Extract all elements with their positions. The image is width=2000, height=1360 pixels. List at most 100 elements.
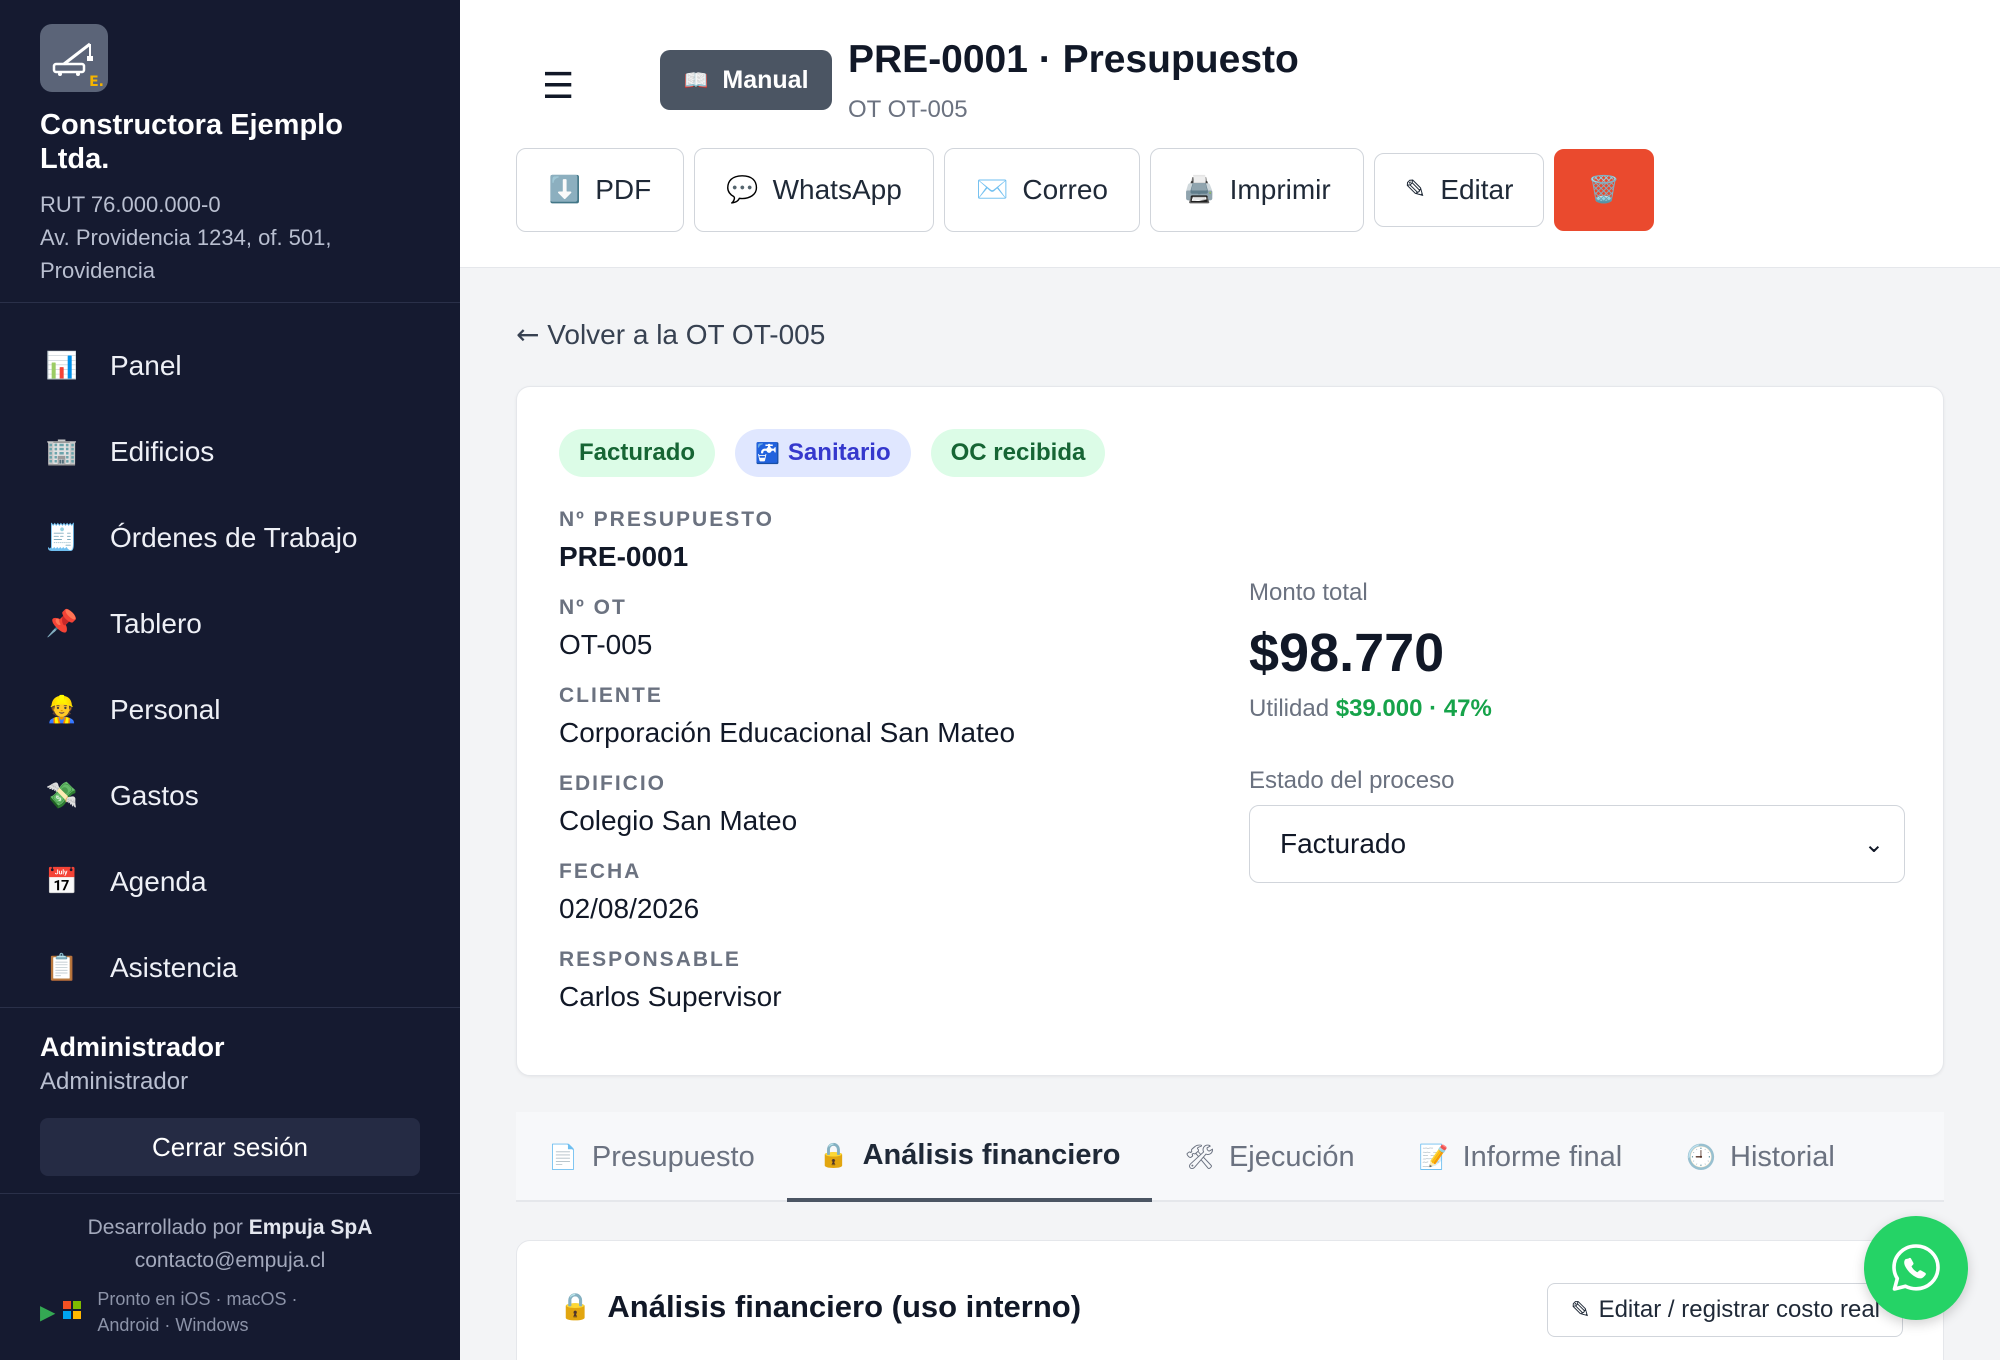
total-amount: $98.770	[1249, 623, 1445, 683]
financial-analysis-title: 🔒 Análisis financiero (uso interno)	[559, 1289, 1081, 1325]
tab-label: Análisis financiero	[862, 1138, 1121, 1171]
manual-label: Manual	[722, 65, 809, 94]
budget-detail-card: Facturado 🚰 Sanitario OC recibida Nº PRE…	[516, 386, 1944, 1076]
field-value: Colegio San Mateo	[559, 805, 798, 836]
field-label: Nº OT	[559, 596, 627, 619]
sidebar-item-personal[interactable]: 👷 Personal	[0, 667, 460, 753]
field-label: RESPONSABLE	[559, 948, 741, 971]
sidebar-item-gastos[interactable]: 💸 Gastos	[0, 753, 460, 839]
company-address: Av. Providencia 1234, of. 501, Providenc…	[40, 225, 332, 283]
field-ot-no: Nº OT OT-005	[559, 593, 1015, 667]
memo-icon: 📝	[1418, 1143, 1449, 1171]
platforms-text: Pronto en iOS · macOS · Android · Window…	[97, 1286, 297, 1338]
tools-icon: 🛠	[1184, 1143, 1215, 1171]
back-link-label: Volver a la OT OT-005	[547, 319, 826, 350]
platforms-line-1: Pronto en iOS · macOS ·	[97, 1289, 298, 1309]
tab-historial[interactable]: 🕘 Historial	[1654, 1112, 1867, 1202]
edit-real-cost-label: Editar / registrar costo real	[1598, 1296, 1880, 1323]
clock-icon: 🕘	[1686, 1143, 1717, 1171]
user-name: Administrador	[40, 1032, 225, 1062]
sidebar-footer: Desarrollado por Empuja SpA contacto@emp…	[0, 1193, 460, 1338]
page-icon: 📄	[548, 1143, 578, 1171]
money-icon: 💸	[45, 781, 79, 811]
tab-label: Presupuesto	[591, 1140, 755, 1173]
chart-icon: 📊	[45, 351, 79, 381]
delete-button[interactable]: 🗑️	[1554, 149, 1654, 231]
worker-icon: 👷	[45, 695, 79, 725]
pdf-label: PDF	[595, 174, 652, 205]
sidebar-item-tablero[interactable]: 📌 Tablero	[0, 581, 460, 667]
sidebar-item-label: Personal	[110, 694, 221, 725]
tab-analisis-financiero[interactable]: 🔒 Análisis financiero	[786, 1112, 1153, 1202]
whatsapp-fab[interactable]	[1864, 1216, 1968, 1320]
book-icon: 📖	[683, 68, 709, 92]
building-icon: 🏢	[45, 437, 79, 467]
user-block: Administrador Administrador Cerrar sesió…	[0, 1007, 460, 1193]
po-badge: OC recibida	[930, 429, 1106, 477]
faucet-icon: 🚰	[755, 441, 780, 465]
sidebar-item-panel[interactable]: 📊 Panel	[0, 323, 460, 409]
financial-analysis-card: 🔒 Análisis financiero (uso interno) ✎ Ed…	[516, 1240, 1944, 1360]
platforms-line-2: Android · Windows	[97, 1315, 249, 1335]
pdf-button[interactable]: ⬇️ PDF	[516, 148, 684, 232]
menu-icon[interactable]: ☰	[542, 66, 574, 107]
back-link[interactable]: ← Volver a la OT OT-005	[516, 318, 825, 351]
field-value: PRE-0001	[559, 541, 689, 572]
detail-fields: Nº PRESUPUESTO PRE-0001 Nº OT OT-005 CLI…	[559, 505, 1015, 1033]
sidebar-item-label: Edificios	[110, 436, 215, 467]
category-label: Sanitario	[787, 439, 891, 466]
developer-credit: Desarrollado por Empuja SpA	[0, 1212, 460, 1244]
chevron-down-icon: ⌄	[1863, 830, 1884, 858]
utility-value: $39.000 · 47%	[1335, 695, 1492, 722]
tab-informe-final[interactable]: 📝 Informe final	[1387, 1112, 1654, 1202]
logo-e-mark: E.	[89, 74, 104, 90]
developer-contact[interactable]: contacto@empuja.cl	[0, 1244, 460, 1278]
status-badge: Facturado	[559, 429, 716, 477]
developer-prefix: Desarrollado por	[87, 1216, 249, 1239]
sidebar-item-asistencia[interactable]: 📋 Asistencia	[0, 925, 460, 1008]
total-label: Monto total	[1249, 579, 1368, 606]
trash-icon: 🗑️	[1587, 175, 1621, 205]
developer-name: Empuja SpA	[248, 1216, 373, 1239]
sidebar-item-agenda[interactable]: 📅 Agenda	[0, 839, 460, 925]
tab-presupuesto[interactable]: 📄 Presupuesto	[516, 1112, 787, 1202]
clipboard-icon: 📋	[45, 953, 79, 983]
field-label: EDIFICIO	[559, 772, 667, 795]
sidebar-item-ordenes[interactable]: 🧾 Órdenes de Trabajo	[0, 495, 460, 581]
company-name: Constructora Ejemplo Ltda.	[40, 109, 343, 175]
field-value: OT-005	[559, 629, 653, 660]
sidebar-item-edificios[interactable]: 🏢 Edificios	[0, 409, 460, 495]
play-store-icon: ▶	[40, 1300, 56, 1324]
manual-button[interactable]: 📖 Manual	[660, 50, 832, 110]
print-button[interactable]: 🖨️ Imprimir	[1150, 148, 1364, 232]
process-status-select[interactable]: Facturado ⌄	[1249, 805, 1905, 883]
arrow-left-icon: ←	[516, 318, 540, 351]
edit-real-cost-button[interactable]: ✎ Editar / registrar costo real	[1547, 1283, 1903, 1337]
company-logo: E.	[40, 24, 108, 92]
tab-label: Ejecución	[1228, 1140, 1355, 1173]
process-status-value: Facturado	[1280, 828, 1407, 859]
process-status-label: Estado del proceso	[1249, 767, 1455, 794]
download-icon: ⬇️	[548, 175, 582, 205]
whatsapp-button[interactable]: 💬 WhatsApp	[694, 148, 934, 232]
sidebar: E. Constructora Ejemplo Ltda. RUT 76.000…	[0, 0, 460, 1360]
financial-title-text: Análisis financiero (uso interno)	[607, 1289, 1082, 1324]
sidebar-item-label: Órdenes de Trabajo	[110, 522, 358, 553]
pencil-icon: ✎	[1570, 1296, 1591, 1324]
field-label: CLIENTE	[559, 684, 663, 707]
tab-ejecucion[interactable]: 🛠 Ejecución	[1152, 1112, 1386, 1202]
email-button[interactable]: ✉️ Correo	[944, 148, 1140, 232]
pencil-icon: ✎	[1404, 175, 1427, 205]
top-header: ☰ 📖 Manual PRE-0001 · Presupuesto OT OT-…	[460, 0, 2000, 268]
field-label: Nº PRESUPUESTO	[559, 508, 774, 531]
pushpin-icon: 📌	[45, 609, 79, 639]
field-value: Carlos Supervisor	[559, 981, 782, 1012]
summary-column: Monto total $98.770 Utilidad $39.000 · 4…	[1249, 579, 1905, 883]
field-date: FECHA 02/08/2026	[559, 857, 1015, 931]
edit-button[interactable]: ✎ Editar	[1374, 153, 1544, 227]
logout-button[interactable]: Cerrar sesión	[40, 1118, 420, 1176]
action-toolbar: ⬇️ PDF 💬 WhatsApp ✉️ Correo 🖨️ Imprimir …	[516, 148, 1654, 232]
sidebar-item-label: Gastos	[110, 780, 199, 811]
lock-icon: 🔒	[818, 1141, 849, 1169]
printer-icon: 🖨️	[1183, 175, 1216, 205]
